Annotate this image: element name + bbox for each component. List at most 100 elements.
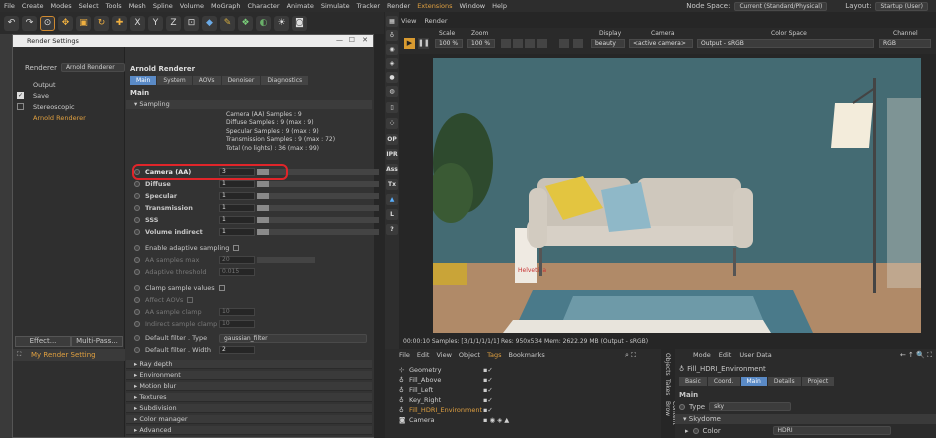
fold-textures[interactable]: ▸ Textures	[126, 393, 372, 402]
coordinate-icon[interactable]: ⊡	[184, 15, 199, 31]
scale-icon[interactable]: ▣	[76, 15, 91, 31]
adaptive-threshold-input[interactable]: 0.015	[219, 268, 255, 276]
menu-window[interactable]: Window	[459, 2, 485, 10]
volume-indirect-input[interactable]: 1	[219, 228, 255, 236]
vtab-objects[interactable]: Objects	[664, 353, 671, 376]
arnold-icon[interactable]: ▲	[386, 194, 398, 205]
camera-dropdown[interactable]: <active camera>	[629, 39, 693, 48]
play-icon[interactable]: ▶	[404, 38, 415, 49]
volume-indirect-slider[interactable]	[257, 229, 379, 235]
overlay-icon[interactable]	[525, 39, 535, 48]
object-row-fill-above[interactable]: ♁ Fill_Above ▪✓	[399, 375, 649, 384]
keyframe-dot-icon[interactable]	[692, 427, 699, 434]
render-view-image[interactable]: Helvetica	[433, 58, 921, 333]
fold-color-manager[interactable]: ▸ Color manager	[126, 415, 372, 424]
light-icon[interactable]: ☀	[274, 15, 289, 31]
om-menu-tags[interactable]: Tags	[487, 351, 501, 359]
keyframe-dot-icon[interactable]	[134, 229, 140, 235]
attr-color-field[interactable]: HDRI	[772, 426, 891, 435]
expand-arrow-icon[interactable]: ▸	[685, 427, 689, 435]
sss-input[interactable]: 1	[219, 216, 255, 224]
filter-width-input[interactable]: 2	[219, 346, 255, 354]
z-axis-icon[interactable]: Z	[166, 15, 181, 31]
attr-menu-user-data[interactable]: User Data	[739, 351, 771, 359]
scale-field[interactable]: 100 %	[435, 39, 463, 48]
expand-icon[interactable]: ⛶	[17, 351, 21, 359]
attr-menu-edit[interactable]: Edit	[719, 351, 732, 359]
keyframe-dot-icon[interactable]	[134, 347, 140, 353]
menu-tracker[interactable]: Tracker	[357, 2, 380, 10]
close-icon[interactable]: ✕	[362, 36, 368, 44]
bulb-alt-icon[interactable]: ◉	[386, 44, 398, 55]
undo-icon[interactable]: ↶	[4, 15, 19, 31]
fold-environment[interactable]: ▸ Environment	[126, 371, 372, 380]
attr-tab-main[interactable]: Main	[740, 377, 767, 386]
grid-icon[interactable]: ▦	[386, 16, 398, 27]
stereoscopic-checkbox[interactable]	[17, 103, 24, 110]
attr-tab-project[interactable]: Project	[801, 377, 835, 386]
search-icon[interactable]: ⌕ ⛶	[625, 351, 636, 360]
object-row-fill-hdri[interactable]: ♁ Fill_HDRI_Environment ▪✓	[399, 405, 649, 414]
viewport-menu-render[interactable]: Render	[424, 17, 447, 25]
keyframe-dot-icon[interactable]	[134, 269, 140, 275]
fold-subdivision[interactable]: ▸ Subdivision	[126, 404, 372, 413]
camera-icon[interactable]: ◙	[292, 15, 307, 31]
move-icon[interactable]: ✥	[58, 15, 73, 31]
om-menu-object[interactable]: Object	[459, 351, 480, 359]
skydome-header[interactable]: ▾ Skydome	[675, 414, 936, 424]
transmission-input[interactable]: 1	[219, 204, 255, 212]
sphere-icon[interactable]: ●	[386, 72, 398, 83]
attr-type-dropdown[interactable]: sky	[709, 402, 792, 411]
ball-icon[interactable]: ◍	[386, 86, 398, 97]
zoom-field[interactable]: 100 %	[467, 39, 495, 48]
brush-icon[interactable]	[559, 39, 569, 48]
tab-aovs[interactable]: AOVs	[192, 76, 221, 85]
visibility-icon[interactable]: ▪✓	[483, 376, 493, 384]
region-icon[interactable]	[501, 39, 511, 48]
indirect-clamp-input[interactable]: 10	[219, 320, 255, 328]
om-menu-edit[interactable]: Edit	[417, 351, 430, 359]
keyframe-dot-icon[interactable]	[134, 321, 140, 327]
layout-dropdown[interactable]: Startup (User)	[875, 1, 928, 11]
maximize-icon[interactable]: ☐	[349, 36, 355, 44]
menu-spline[interactable]: Spline	[153, 2, 173, 10]
visibility-icon[interactable]: ▪✓	[483, 396, 493, 404]
menu-volume[interactable]: Volume	[180, 2, 204, 10]
keyframe-dot-icon[interactable]	[134, 245, 140, 251]
node-space-dropdown[interactable]: Current (Standard/Physical)	[734, 1, 828, 11]
sss-slider[interactable]	[257, 217, 379, 223]
visibility-icon[interactable]: ▪ ◉ ◈ ▲	[483, 416, 509, 424]
snapshot-icon[interactable]	[537, 39, 547, 48]
my-render-setting-item[interactable]: My Render Setting	[31, 351, 96, 359]
cube-icon[interactable]: ◆	[202, 15, 217, 31]
menu-extensions[interactable]: Extensions	[417, 2, 452, 10]
attr-tab-coord[interactable]: Coord.	[707, 377, 740, 386]
keyframe-dot-icon[interactable]	[679, 403, 685, 410]
visibility-icon[interactable]: ▪✓	[483, 386, 493, 394]
tree-item-stereoscopic[interactable]: Stereoscopic	[33, 103, 75, 111]
tab-diagnostics[interactable]: Diagnostics	[261, 76, 309, 85]
adaptive-checkbox[interactable]	[233, 245, 240, 251]
aa-max-slider[interactable]	[257, 257, 315, 263]
tree-item-save[interactable]: Save	[33, 92, 49, 100]
pen-icon[interactable]: ✎	[220, 15, 235, 31]
attr-tab-details[interactable]: Details	[767, 377, 801, 386]
transmission-slider[interactable]	[257, 205, 379, 211]
om-menu-bookmarks[interactable]: Bookmarks	[508, 351, 544, 359]
keyframe-dot-icon[interactable]	[134, 217, 140, 223]
fold-ray-depth[interactable]: ▸ Ray depth	[126, 360, 372, 369]
object-row-camera[interactable]: ◙ Camera ▪ ◉ ◈ ▲	[399, 415, 649, 424]
tree-item-output[interactable]: Output	[33, 81, 56, 89]
menu-create[interactable]: Create	[22, 2, 44, 10]
menu-tools[interactable]: Tools	[106, 2, 122, 10]
bulb-icon[interactable]: ♁	[386, 30, 398, 41]
keyframe-dot-icon[interactable]	[134, 309, 140, 315]
fold-motion-blur[interactable]: ▸ Motion blur	[126, 382, 372, 391]
menu-modes[interactable]: Modes	[51, 2, 72, 10]
vtab-takes[interactable]: Takes	[664, 379, 671, 395]
specular-slider[interactable]	[257, 193, 379, 199]
attr-menu-mode[interactable]: Mode	[693, 351, 711, 359]
transform-icon[interactable]: ✚	[112, 15, 127, 31]
filter-type-dropdown[interactable]: gaussian_filter	[219, 333, 367, 343]
menu-mesh[interactable]: Mesh	[129, 2, 146, 10]
